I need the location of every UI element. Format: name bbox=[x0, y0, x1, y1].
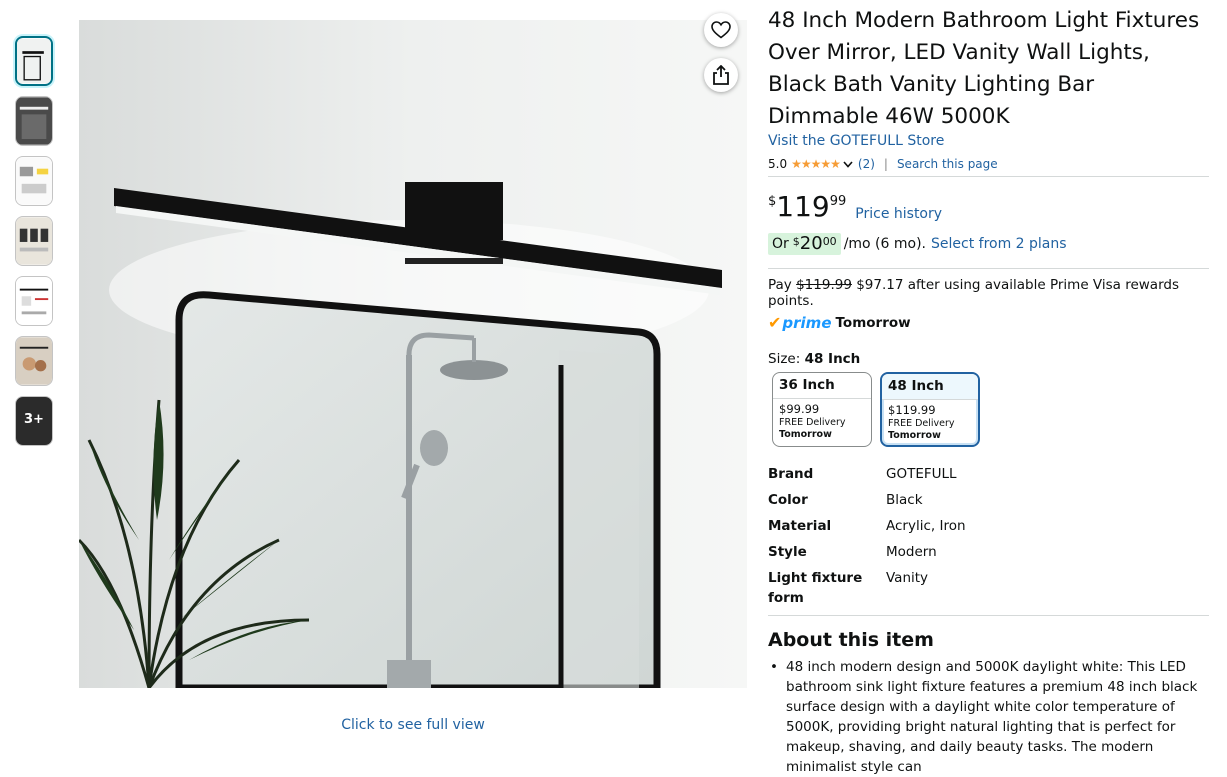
separator: | bbox=[883, 157, 888, 171]
divider bbox=[768, 615, 1209, 616]
size-option-price: $99.99 bbox=[779, 402, 820, 416]
or-label: Or bbox=[772, 236, 789, 252]
spec-value: Modern bbox=[886, 544, 937, 560]
chevron-down-icon[interactable] bbox=[843, 160, 853, 168]
price-whole: 119 bbox=[776, 190, 830, 223]
thumbnail-5[interactable] bbox=[15, 276, 53, 326]
spec-value: Acrylic, Iron bbox=[886, 518, 966, 534]
thumbnail-6[interactable] bbox=[15, 336, 53, 386]
price-history-link[interactable]: Price history bbox=[855, 206, 942, 222]
thumbnail-image bbox=[16, 337, 52, 385]
thumbnail-image bbox=[16, 97, 52, 145]
thumbnail-image bbox=[16, 217, 52, 265]
rating-value: 5.0 bbox=[768, 157, 788, 171]
store-link[interactable]: Visit the GOTEFULL Store bbox=[768, 133, 944, 149]
size-option-price: $119.99 bbox=[888, 403, 936, 417]
spec-value: GOTEFULL bbox=[886, 466, 957, 482]
rewards-old-price: $119.99 bbox=[796, 277, 852, 293]
thumbnail-strip: 3+ bbox=[15, 36, 55, 456]
size-option-delivery: FREE Delivery bbox=[888, 418, 955, 429]
rating-row: 5.0 ★★★★★ (2) | Search this page bbox=[768, 157, 998, 171]
spec-key: Style bbox=[768, 544, 807, 560]
spec-value: Vanity bbox=[886, 570, 929, 586]
search-this-page-link[interactable]: Search this page bbox=[897, 157, 998, 171]
size-selected-value: 48 Inch bbox=[804, 351, 861, 367]
size-option-48-inch[interactable]: 48 Inch $119.99 FREE Delivery Tomorrow bbox=[880, 372, 980, 447]
spec-row-color: Color Black bbox=[768, 490, 1209, 516]
thumbnail-3[interactable] bbox=[15, 156, 53, 206]
product-photo bbox=[79, 20, 747, 688]
heart-icon bbox=[711, 21, 731, 39]
monthly-period: /mo (6 mo). bbox=[843, 236, 926, 252]
prime-delivery: ✔ prime Tomorrow bbox=[768, 313, 911, 332]
prime-check-icon: ✔ bbox=[768, 313, 782, 332]
prime-delivery-day: Tomorrow bbox=[835, 314, 911, 331]
size-option-name: 36 Inch bbox=[773, 373, 871, 399]
main-product-image[interactable] bbox=[79, 20, 747, 688]
pay-label: Pay bbox=[768, 277, 792, 293]
thumbnail-4[interactable] bbox=[15, 216, 53, 266]
spec-row-material: Material Acrylic, Iron bbox=[768, 516, 1209, 542]
product-title: 48 Inch Modern Bathroom Light Fixtures O… bbox=[768, 8, 1200, 129]
product-specs-table: Brand GOTEFULL Color Black Material Acry… bbox=[768, 464, 1209, 608]
monthly-symbol: $ bbox=[792, 235, 800, 248]
spec-key: Light fixture form bbox=[768, 570, 863, 606]
wishlist-heart-button[interactable] bbox=[704, 13, 738, 47]
thumbnail-image bbox=[17, 38, 51, 84]
spec-row-style: Style Modern bbox=[768, 542, 1209, 568]
full-view-link[interactable]: Click to see full view bbox=[79, 717, 747, 733]
size-option-delivery: FREE Delivery bbox=[779, 417, 846, 428]
divider bbox=[768, 268, 1209, 269]
divider bbox=[768, 176, 1209, 177]
about-heading: About this item bbox=[768, 629, 934, 651]
thumbnail-image bbox=[16, 157, 52, 205]
thumbnail-image bbox=[16, 277, 52, 325]
spec-key: Color bbox=[768, 492, 808, 508]
spec-value: Black bbox=[886, 492, 923, 508]
rating-count-link[interactable]: (2) bbox=[858, 157, 875, 171]
spec-key: Brand bbox=[768, 466, 814, 482]
monthly-amount: 20 bbox=[799, 233, 823, 254]
price-fraction: 99 bbox=[829, 194, 847, 209]
size-label-text: Size: bbox=[768, 351, 801, 367]
star-rating-icon[interactable]: ★★★★★ bbox=[791, 157, 841, 171]
more-images-label: 3+ bbox=[24, 412, 44, 427]
select-plans-link[interactable]: Select from 2 plans bbox=[931, 236, 1067, 252]
spec-row-light-fixture-form: Light fixture form Vanity bbox=[768, 568, 1209, 608]
prime-logo: prime bbox=[782, 313, 832, 332]
size-option-when: Tomorrow bbox=[779, 429, 832, 440]
thumbnail-2[interactable] bbox=[15, 96, 53, 146]
size-option-36-inch[interactable]: 36 Inch $99.99 FREE Delivery Tomorrow bbox=[772, 372, 872, 447]
share-icon bbox=[713, 65, 729, 85]
about-bullet: 48 inch modern design and 5000K daylight… bbox=[768, 657, 1209, 777]
size-label: Size: 48 Inch bbox=[768, 351, 860, 367]
thumbnail-1[interactable] bbox=[15, 36, 53, 86]
monthly-price-badge: Or $ 20 00 bbox=[768, 233, 841, 255]
monthly-payment-row: Or $ 20 00 /mo (6 mo). Select from 2 pla… bbox=[768, 233, 1067, 255]
size-option-name: 48 Inch bbox=[882, 374, 978, 400]
spec-key: Material bbox=[768, 518, 832, 534]
size-option-when: Tomorrow bbox=[888, 430, 941, 441]
price-symbol: $ bbox=[768, 194, 777, 209]
monthly-fraction: 00 bbox=[822, 235, 837, 248]
share-button[interactable] bbox=[704, 58, 738, 92]
thumbnail-more[interactable]: 3+ bbox=[15, 396, 53, 446]
price-block: $ 119 99 Price history bbox=[768, 190, 942, 224]
spec-row-brand: Brand GOTEFULL bbox=[768, 464, 1209, 490]
about-bullets: 48 inch modern design and 5000K daylight… bbox=[768, 657, 1209, 777]
rewards-text: Pay $119.99 $97.17 after using available… bbox=[768, 277, 1209, 309]
